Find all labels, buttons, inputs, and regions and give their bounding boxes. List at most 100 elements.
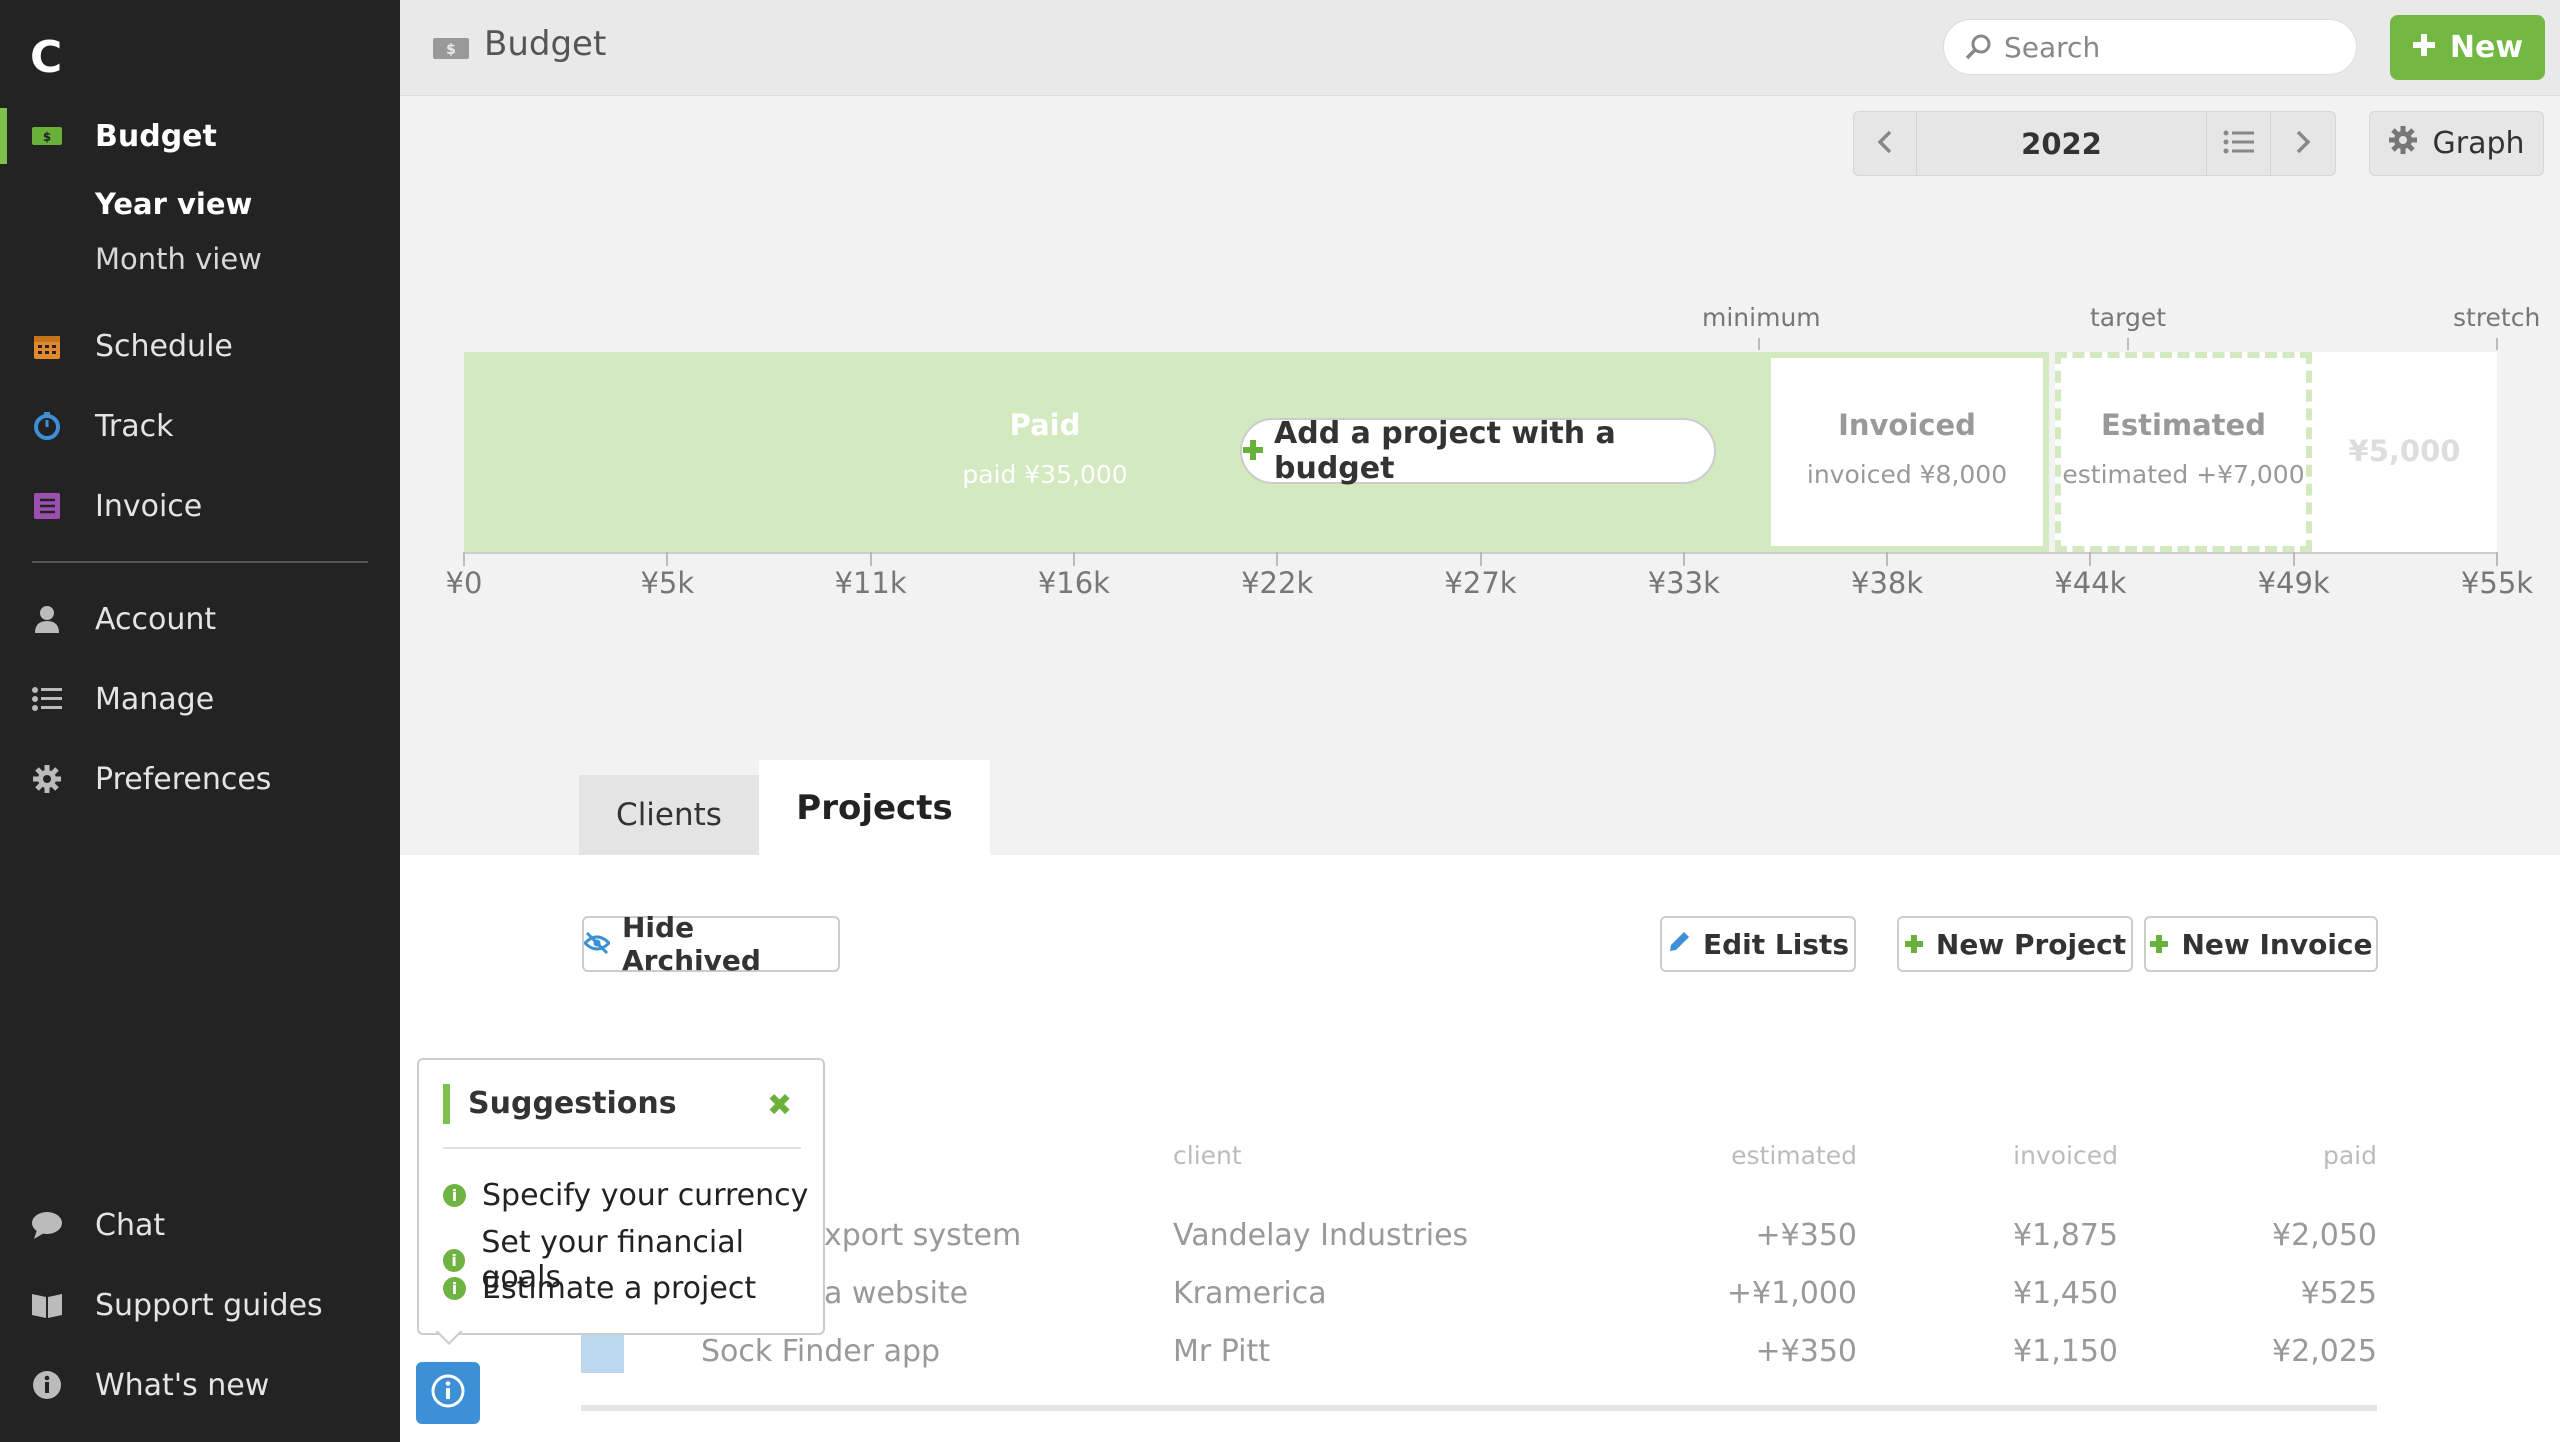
invoiced-amount: invoiced ¥8,000 — [1806, 460, 2008, 489]
sidebar-item-label: Preferences — [95, 761, 272, 797]
sidebar-item-chat[interactable]: Chat — [0, 1195, 400, 1255]
plus-icon — [2149, 928, 2169, 961]
sidebar-item-budget[interactable]: $ Budget — [0, 106, 400, 166]
axis-tick-label: ¥27k — [1444, 566, 1517, 600]
suggestion-item[interactable]: i Specify your currency — [443, 1178, 808, 1213]
app-logo[interactable]: C — [30, 32, 62, 83]
new-project-button[interactable]: New Project — [1897, 916, 2133, 972]
axis-tick — [869, 552, 872, 566]
client-name[interactable]: Mr Pitt — [1173, 1334, 1270, 1369]
column-header-invoiced[interactable]: invoiced — [1918, 1141, 2118, 1170]
suggestion-label: Specify your currency — [482, 1178, 809, 1213]
invoiced-title: Invoiced — [1838, 408, 1976, 442]
svg-text:$: $ — [446, 42, 456, 58]
axis-tick — [1072, 552, 1075, 566]
tab-projects[interactable]: Projects — [759, 760, 990, 855]
axis-tick-label: ¥11k — [834, 566, 907, 600]
sidebar-item-label: What's new — [95, 1367, 270, 1403]
add-project-with-budget-button[interactable]: Add a project with a budget — [1240, 416, 1716, 486]
project-name[interactable]: xport system — [824, 1218, 1021, 1253]
invoiced-segment[interactable]: Invoiced invoiced ¥8,000 — [1765, 352, 2049, 552]
search-box[interactable] — [1943, 19, 2357, 75]
tab-clients[interactable]: Clients — [579, 775, 759, 855]
estimated-value: +¥1,000 — [1726, 1276, 1857, 1311]
axis-tick-label: ¥0 — [445, 566, 483, 600]
client-name[interactable]: Kramerica — [1173, 1276, 1327, 1311]
budget-bar-chart: minimum target stretch Paid paid ¥35,000… — [400, 290, 2560, 630]
project-name[interactable]: a website — [824, 1276, 968, 1311]
sidebar-item-label: Manage — [95, 681, 215, 717]
axis-tick — [666, 552, 669, 566]
goal-tick — [2496, 338, 2498, 350]
list-view-button[interactable] — [2207, 112, 2271, 175]
column-header-client[interactable]: client — [1173, 1141, 1242, 1170]
sidebar-item-label: Invoice — [95, 488, 203, 524]
search-icon — [1964, 33, 1992, 65]
chevron-right-icon — [2294, 129, 2312, 159]
estimated-value: +¥350 — [1755, 1334, 1857, 1369]
graph-settings-button[interactable]: Graph — [2369, 111, 2544, 176]
sidebar-item-schedule[interactable]: Schedule — [0, 316, 400, 376]
sidebar-divider — [32, 561, 368, 563]
axis-tick-label: ¥33k — [1647, 566, 1720, 600]
edit-lists-button[interactable]: Edit Lists — [1660, 916, 1856, 972]
goal-tick — [1758, 338, 1760, 350]
plus-icon — [2412, 30, 2436, 65]
sidebar-item-label: Schedule — [95, 328, 233, 364]
estimated-segment[interactable]: Estimated estimated +¥7,000 — [2055, 352, 2312, 552]
chat-icon — [30, 1208, 64, 1242]
close-icon[interactable]: ✖ — [767, 1088, 792, 1123]
sidebar-item-label: Account — [95, 601, 217, 637]
add-project-label: Add a project with a budget — [1274, 416, 1616, 486]
year-navigator: 2022 — [1853, 111, 2336, 176]
year-label: 2022 — [2021, 126, 2102, 161]
sidebar-item-label: Budget — [95, 118, 217, 154]
sidebar-item-account[interactable]: Account — [0, 589, 400, 649]
hide-archived-button[interactable]: Hide Archived — [582, 911, 840, 977]
new-invoice-button[interactable]: New Invoice — [2144, 916, 2378, 972]
sidebar-item-invoice[interactable]: Invoice — [0, 476, 400, 536]
list-icon — [2223, 129, 2255, 159]
sidebar-item-whats-new[interactable]: What's new — [0, 1355, 400, 1415]
search-input[interactable] — [2004, 20, 2344, 74]
info-icon: i — [443, 1248, 466, 1272]
sidebar-subitem-month-view[interactable]: Month view — [95, 242, 262, 276]
goal-tick — [2127, 338, 2129, 350]
column-header-estimated[interactable]: estimated — [1657, 1141, 1857, 1170]
suggestions-popover: Suggestions ✖ i Specify your currency i … — [417, 1058, 825, 1335]
new-invoice-label: New Invoice — [2181, 927, 2373, 961]
new-button-label: New — [2449, 30, 2524, 65]
paid-value: ¥2,050 — [2272, 1218, 2377, 1253]
suggestions-title: Suggestions — [468, 1086, 677, 1121]
gear-icon — [30, 762, 64, 796]
axis-tick-label: ¥49k — [2257, 566, 2330, 600]
sidebar-subitem-year-view[interactable]: Year view — [95, 187, 252, 221]
new-project-label: New Project — [1935, 927, 2127, 961]
money-icon: $ — [30, 119, 64, 153]
sidebar-item-track[interactable]: Track — [0, 396, 400, 456]
sidebar: C $ Budget Year view Month view Schedule… — [0, 0, 400, 1442]
suggestion-item[interactable]: i Estimate a project — [443, 1271, 756, 1306]
stopwatch-icon — [30, 409, 64, 443]
sidebar-item-support-guides[interactable]: Support guides — [0, 1275, 400, 1335]
year-selector[interactable]: 2022 — [1917, 112, 2207, 175]
sidebar-item-preferences[interactable]: Preferences — [0, 749, 400, 809]
new-button[interactable]: New — [2390, 15, 2545, 80]
axis-tick — [2496, 552, 2498, 566]
client-name[interactable]: Vandelay Industries — [1173, 1218, 1468, 1253]
estimated-title: Estimated — [2101, 408, 2266, 442]
estimated-amount: estimated +¥7,000 — [2062, 460, 2305, 489]
axis-tick — [1886, 552, 1889, 566]
book-icon — [30, 1288, 64, 1322]
plus-icon — [1904, 928, 1924, 961]
column-header-paid[interactable]: paid — [2177, 1141, 2377, 1170]
sidebar-item-label: Chat — [95, 1207, 166, 1243]
remaining-segment[interactable]: ¥5,000 — [2312, 352, 2497, 552]
pencil-icon — [1667, 928, 1691, 961]
sidebar-item-manage[interactable]: Manage — [0, 669, 400, 729]
next-year-button[interactable] — [2271, 112, 2335, 175]
table-bottom-border — [581, 1405, 2377, 1411]
project-name[interactable]: Sock Finder app — [701, 1334, 940, 1369]
suggestions-toggle-button[interactable] — [416, 1362, 480, 1424]
previous-year-button[interactable] — [1854, 112, 1917, 175]
